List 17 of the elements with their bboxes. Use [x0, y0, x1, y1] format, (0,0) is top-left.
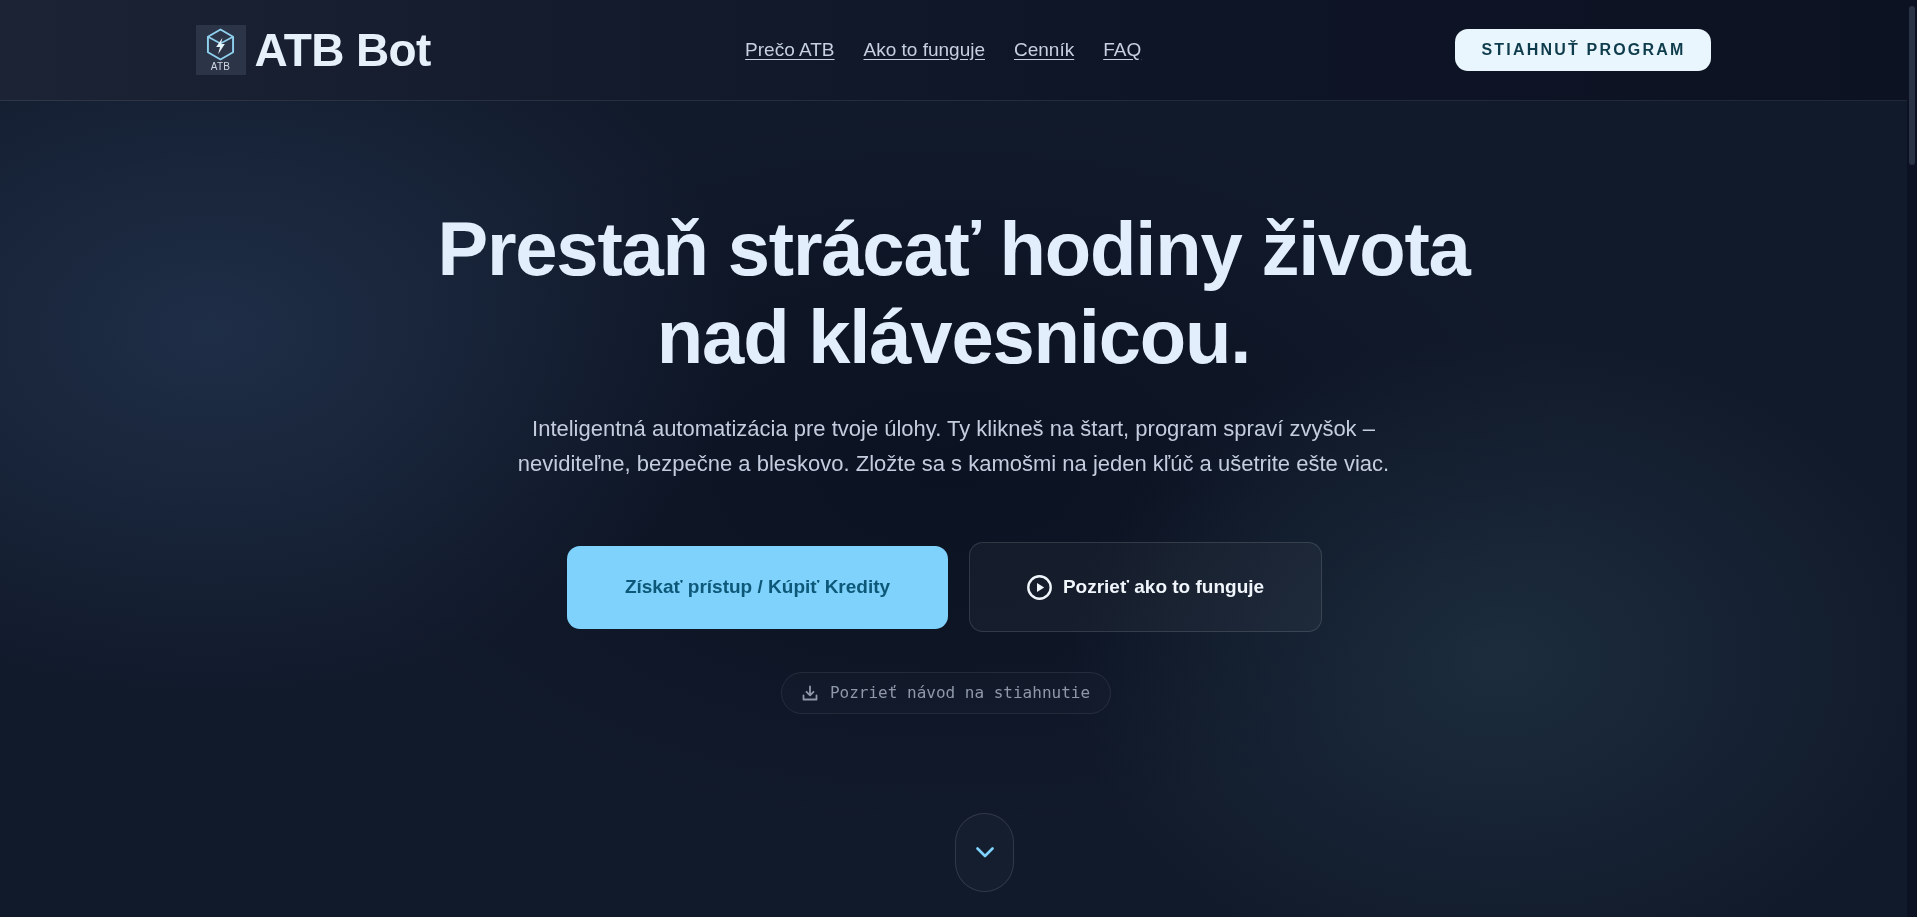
download-program-button[interactable]: STIAHNUŤ PROGRAM: [1455, 29, 1712, 71]
nav-link[interactable]: Cenník: [1014, 38, 1075, 62]
chevron-down-icon: [975, 847, 994, 858]
play-circle-icon: [1026, 574, 1052, 600]
get-access-button[interactable]: Získať prístup / Kúpiť Kredity: [567, 545, 948, 629]
hero-description: Inteligentná automatizácia pre tvoje úlohy. Ty klikneš na štart, program spraví zvyšok – neviditeľne, bezpečne a bleskovo. Zložte sa s kamošmi na jeden kľúč a ušetrite ešte viac.: [516, 415, 1391, 478]
watch-video-button[interactable]: Pozrieť ako to funguje: [969, 542, 1322, 632]
download-guide-link[interactable]: Pozrieť návod na stiahnutie: [781, 672, 1111, 714]
nav-link[interactable]: Prečo ATB: [745, 38, 835, 62]
cube-lightning-icon: [206, 28, 235, 61]
nav-link[interactable]: Ako to funguje: [863, 38, 985, 62]
scrollbar-thumb[interactable]: [1909, 6, 1915, 165]
logo-label: ATB: [210, 62, 231, 72]
download-icon: [801, 685, 818, 701]
hero-heading: Prestaň strácať hodiny života nad klávesnicou.: [436, 205, 1472, 381]
nav-link[interactable]: FAQ: [1103, 38, 1142, 62]
brand-name[interactable]: ATB Bot: [254, 27, 431, 73]
